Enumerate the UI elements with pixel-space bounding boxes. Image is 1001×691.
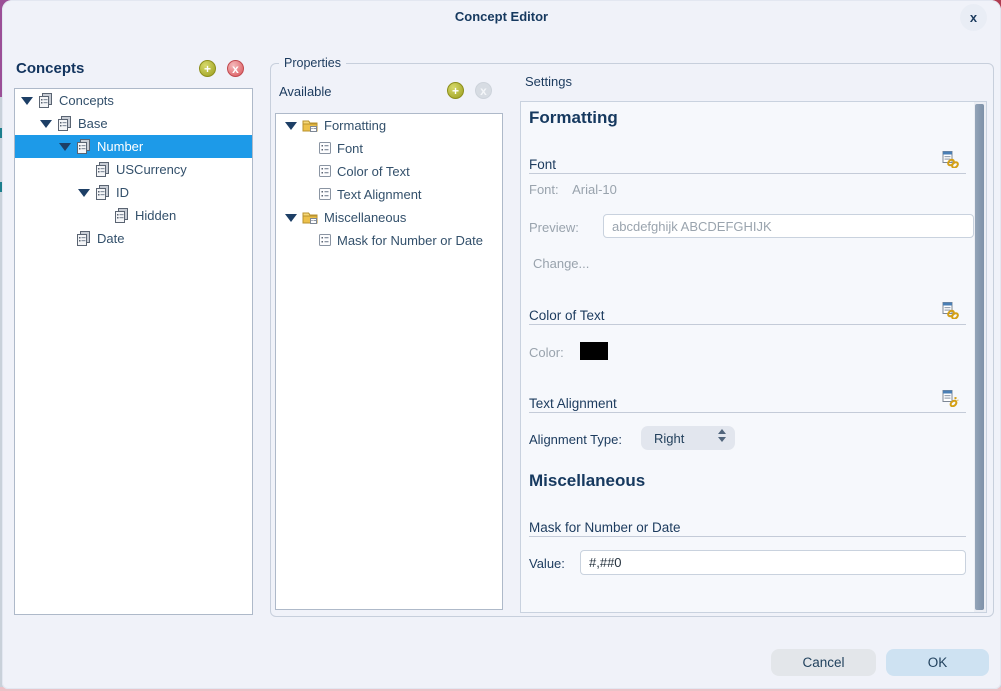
color-section-heading: Color of Text [529,308,605,323]
property-item-mask[interactable]: Mask for Number or Date [276,229,502,252]
expand-triangle-icon[interactable] [285,214,297,222]
delete-concept-button[interactable]: x [227,60,244,77]
tree-item-concepts[interactable]: Concepts [15,89,252,112]
font-preview-field[interactable] [603,214,974,238]
property-icon [319,142,331,155]
tree-item-label: Font [337,141,363,156]
tree-item-label: Formatting [324,118,386,133]
ok-button[interactable]: OK [886,649,989,676]
settings-panel: Formatting Font Font: Arial-10 Preview: … [520,101,987,613]
properties-group: Properties Available + x Formatting Font… [270,63,994,617]
section-divider [529,536,966,537]
tree-item-label: Color of Text [337,164,410,179]
alignment-section-heading: Text Alignment [529,396,617,411]
concept-editor-dialog: Concept Editor x Concepts + x Concepts B… [2,0,1001,689]
tree-item-label: ID [116,185,129,200]
tree-item-label: Date [97,231,124,246]
font-section-heading: Font [529,157,556,172]
concepts-tree: Concepts Base Number USCurrency ID Hidde… [14,88,253,615]
expand-triangle-icon[interactable] [285,122,297,130]
broken-link-icon[interactable] [942,390,960,412]
settings-scrollbar[interactable] [974,102,986,612]
expand-triangle-icon[interactable] [78,189,90,197]
alignment-type-value: Right [654,431,684,446]
close-icon[interactable]: x [960,4,987,31]
folder-icon [302,118,318,134]
expand-triangle-icon[interactable] [40,120,52,128]
mask-value-label: Value: [529,556,565,571]
concept-icon [38,93,53,109]
concept-icon [57,116,72,132]
tree-item-label: Base [78,116,108,131]
section-divider [529,173,966,174]
tree-item-label: Miscellaneous [324,210,406,225]
stepper-arrows-icon [718,429,726,442]
tree-item-number[interactable]: Number [15,135,252,158]
tree-item-label: Concepts [59,93,114,108]
alignment-type-dropdown[interactable]: Right [641,426,735,450]
add-concept-button[interactable]: + [199,60,216,77]
font-name-label: Font: [529,182,559,197]
property-icon [319,165,331,178]
available-label: Available [279,84,332,99]
add-property-button[interactable]: + [447,82,464,99]
property-item-font[interactable]: Font [276,137,502,160]
concept-icon [95,185,110,201]
section-divider [529,324,966,325]
settings-label: Settings [525,74,572,89]
color-label: Color: [529,345,564,360]
available-properties-tree: Formatting Font Color of Text Text Align… [275,113,503,610]
tree-item-uscurrency[interactable]: USCurrency [15,158,252,181]
property-icon [319,234,331,247]
tree-item-label: Mask for Number or Date [337,233,483,248]
tree-item-date[interactable]: Date [15,227,252,250]
formatting-heading: Formatting [529,108,618,128]
concept-icon [76,139,91,155]
alignment-type-label: Alignment Type: [529,432,622,447]
section-divider [529,412,966,413]
property-group-formatting[interactable]: Formatting [276,114,502,137]
concepts-panel-title: Concepts [16,60,84,77]
expand-triangle-icon[interactable] [59,143,71,151]
link-icon[interactable] [942,302,960,324]
concept-icon [114,208,129,224]
tree-item-label: Hidden [135,208,176,223]
concept-icon [95,162,110,178]
tree-item-id[interactable]: ID [15,181,252,204]
color-swatch[interactable] [580,342,608,360]
preview-label: Preview: [529,220,579,235]
delete-property-button-disabled: x [475,82,492,99]
properties-group-legend: Properties [279,56,346,70]
change-font-link[interactable]: Change... [533,256,589,271]
concept-icon [76,231,91,247]
dialog-title: Concept Editor [2,9,1001,24]
miscellaneous-heading: Miscellaneous [529,471,645,491]
property-group-miscellaneous[interactable]: Miscellaneous [276,206,502,229]
expand-triangle-icon[interactable] [21,97,33,105]
mask-section-heading: Mask for Number or Date [529,520,681,535]
font-name-value: Arial-10 [572,182,617,197]
property-icon [319,188,331,201]
folder-icon [302,210,318,226]
cancel-button[interactable]: Cancel [771,649,876,676]
tree-item-label: Number [97,139,143,154]
link-icon[interactable] [942,151,960,173]
property-item-color-of-text[interactable]: Color of Text [276,160,502,183]
tree-item-label: Text Alignment [337,187,422,202]
tree-item-base[interactable]: Base [15,112,252,135]
tree-item-hidden[interactable]: Hidden [15,204,252,227]
tree-item-label: USCurrency [116,162,187,177]
scrollbar-thumb[interactable] [975,104,984,610]
mask-value-field[interactable] [580,550,966,575]
property-item-text-alignment[interactable]: Text Alignment [276,183,502,206]
